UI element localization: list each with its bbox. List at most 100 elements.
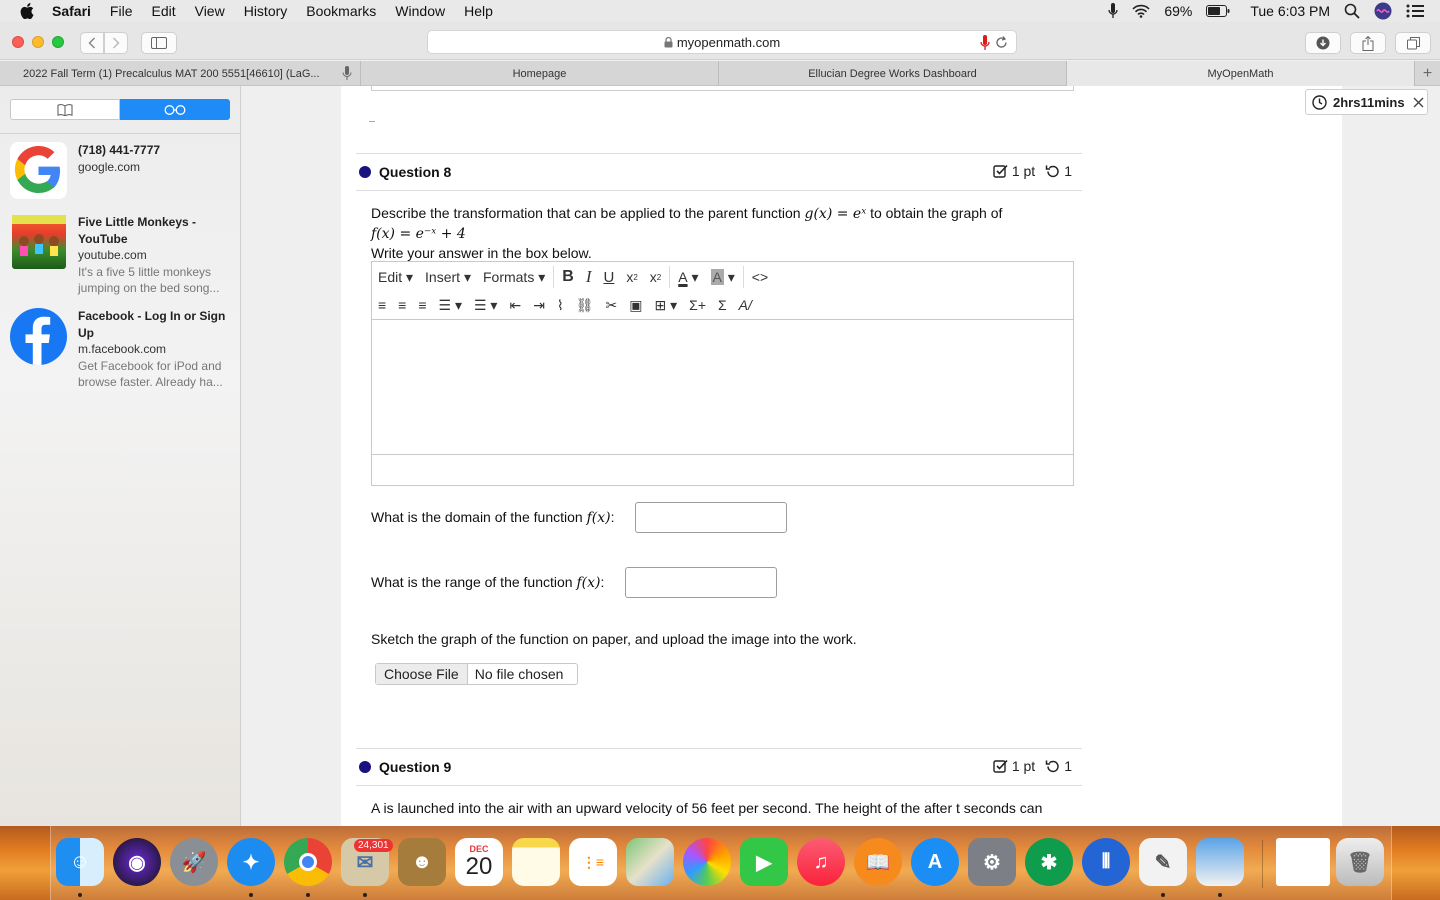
recording-microphone-icon[interactable] [980,35,990,51]
apple-icon[interactable] [20,3,34,19]
reading-list-item[interactable]: Facebook - Log In or Sign Up m.facebook.… [10,308,230,390]
downloads-button[interactable] [1305,32,1341,54]
tab-degree-works[interactable]: Ellucian Degree Works Dashboard [719,61,1067,86]
indent-icon[interactable]: ⇥ [527,293,551,317]
sidebar-toggle-button[interactable] [141,32,177,54]
maps-icon[interactable] [626,838,674,886]
image-icon[interactable]: ▣ [623,293,648,317]
align-left-icon[interactable]: ≡ [372,293,392,317]
graph-icon[interactable]: A/ [733,293,758,317]
trash-icon[interactable]: 🗑 [1336,838,1384,886]
wifi-icon[interactable] [1132,4,1150,18]
background-color-icon[interactable]: A ▾ [705,265,741,289]
table-icon[interactable]: ⊞ ▾ [649,293,684,317]
back-button[interactable] [80,32,104,54]
subscript-icon[interactable]: x2 [620,265,643,289]
safari-icon[interactable]: ✦ [227,838,275,886]
align-center-icon[interactable]: ≡ [392,293,412,317]
choose-file-button[interactable]: Choose File [376,664,468,684]
reading-list-tab[interactable] [120,99,230,120]
audio-app-icon[interactable]: ✱ [1025,838,1073,886]
siri-icon[interactable] [1374,2,1392,20]
domain-input[interactable] [635,502,787,533]
reminders-icon[interactable]: ⋮≡ [569,838,617,886]
siri-icon[interactable]: ◉ [113,838,161,886]
clock[interactable]: Tue 6:03 PM [1250,3,1330,19]
link-icon[interactable]: ⛓ [570,293,600,317]
underline-icon[interactable]: U [597,265,620,289]
italic-icon[interactable]: I [580,265,598,289]
menu-edit[interactable]: Edit [151,3,175,19]
reading-list-item[interactable]: (718) 441-7777 google.com [10,142,230,202]
books-icon[interactable]: 📖 [854,838,902,886]
audio-playing-icon[interactable] [342,66,352,81]
system-preferences-icon[interactable]: ⚙ [968,838,1016,886]
menu-help[interactable]: Help [464,3,493,19]
address-bar[interactable]: myopenmath.com [427,30,1017,54]
reading-list-item[interactable]: Five Little Monkeys - YouTube youtube.co… [10,214,230,296]
question-status-dot [359,166,371,178]
unlink-icon[interactable]: ✂ [600,293,624,317]
tab-homepage[interactable]: Homepage [361,61,719,86]
minimize-window-button[interactable] [32,36,44,48]
podcast-app-icon[interactable]: ⦀ [1082,838,1130,886]
menu-file[interactable]: File [110,3,133,19]
running-indicator [306,893,310,897]
new-tab-button[interactable]: + [1415,61,1440,86]
music-icon[interactable]: ♫ [797,838,845,886]
contacts-icon[interactable]: ☻ [398,838,446,886]
reload-icon[interactable] [995,36,1008,49]
tab-myopenmath[interactable]: MyOpenMath [1067,61,1415,86]
calendar-icon[interactable]: DEC 20 [455,838,503,886]
launchpad-icon[interactable]: 🚀 [170,838,218,886]
range-input[interactable] [625,567,777,598]
question-prompt: A is launched into the air with an upwar… [371,800,1043,816]
menu-window[interactable]: Window [395,3,445,19]
chrome-icon[interactable] [284,838,332,886]
insert-menu[interactable]: Insert ▾ [419,265,477,289]
spotlight-search-icon[interactable] [1344,3,1360,19]
edit-menu[interactable]: Edit ▾ [372,265,419,289]
menu-app[interactable]: Safari [52,3,91,19]
attempts-value: 1 [1064,758,1072,774]
close-icon[interactable] [1413,97,1424,108]
attachment-icon[interactable]: ⌇ [551,293,570,317]
photos-icon[interactable] [683,838,731,886]
forward-button[interactable] [104,32,128,54]
finder-icon[interactable]: ☺ [56,838,104,886]
microphone-icon[interactable] [1108,3,1118,19]
preview-icon[interactable] [1196,838,1244,886]
formats-menu[interactable]: Formats ▾ [477,265,551,289]
numbered-list-icon[interactable]: ☰ ▾ [468,293,503,317]
zoom-window-button[interactable] [52,36,64,48]
superscript-icon[interactable]: x2 [644,265,667,289]
menu-bookmarks[interactable]: Bookmarks [306,3,376,19]
app-store-icon[interactable]: A [911,838,959,886]
running-indicator [1218,893,1222,897]
tab-label: 2022 Fall Term (1) Precalculus MAT 200 5… [23,67,320,80]
outdent-icon[interactable]: ⇤ [503,293,527,317]
battery-icon[interactable] [1206,5,1230,17]
menu-history[interactable]: History [244,3,288,19]
tab-overview-button[interactable] [1395,32,1431,54]
sigma-icon[interactable]: Σ [712,293,733,317]
source-code-icon[interactable]: <> [746,265,774,289]
notes-icon[interactable] [512,838,560,886]
math-symbol-icon[interactable]: Σ+ [683,293,712,317]
text-color-icon[interactable]: A ▾ [672,265,704,289]
bookmarks-tab[interactable] [10,99,120,120]
notification-center-icon[interactable] [1406,4,1424,18]
sketch-instruction: Sketch the graph of the function on pape… [371,631,857,647]
downloads-stack-icon[interactable] [1276,838,1330,886]
editor-text-area[interactable] [372,320,1073,455]
question-points: 1 pt 1 [993,758,1072,774]
menu-view[interactable]: View [195,3,225,19]
align-right-icon[interactable]: ≡ [412,293,432,317]
textedit-icon[interactable]: ✎ [1139,838,1187,886]
bold-icon[interactable]: B [556,265,580,289]
bullet-list-icon[interactable]: ☰ ▾ [433,293,468,317]
tab-precalculus[interactable]: 2022 Fall Term (1) Precalculus MAT 200 5… [0,61,361,86]
close-window-button[interactable] [12,36,24,48]
share-button[interactable] [1350,32,1386,54]
facetime-icon[interactable]: ▶ [740,838,788,886]
